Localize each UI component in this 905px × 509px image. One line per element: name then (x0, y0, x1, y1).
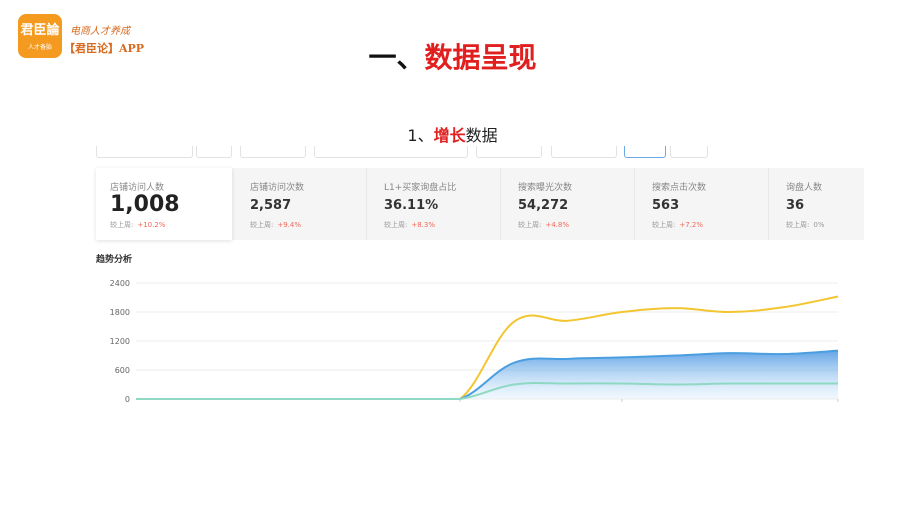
subtitle-prefix: 1、 (407, 126, 434, 145)
filter-dropdown[interactable] (551, 146, 617, 158)
metric-value: 54,272 (518, 198, 569, 213)
metric-compare-label: 较上周: (384, 221, 408, 229)
filter-button-selected[interactable] (624, 146, 666, 158)
metric-card-impressions[interactable]: 搜索曝光次数 54,272 较上周: +4.8% (500, 168, 635, 240)
metric-label: 搜索曝光次数 (518, 183, 573, 193)
filter-dropdown[interactable] (314, 146, 468, 158)
metric-delta: +9.4% (277, 221, 302, 229)
metric-delta: 0% (813, 221, 825, 229)
metric-label: 询盘人数 (786, 183, 823, 193)
metric-card-visitors[interactable]: 店铺访问人数 1,008 较上周: +10.2% (96, 168, 232, 240)
metric-value: 563 (652, 198, 680, 213)
chart-y-tick-label: 2400 (110, 279, 130, 288)
metric-change: 较上周: 0% (786, 220, 824, 230)
metric-delta: +4.8% (545, 221, 570, 229)
brand-slogan: 电商人才养成 (70, 26, 130, 37)
metric-card-clicks[interactable]: 搜索点击次数 563 较上周: +7.2% (634, 168, 769, 240)
filter-dropdown[interactable] (240, 146, 306, 158)
metric-change: 较上周: +8.3% (384, 220, 435, 230)
metric-change: 较上周: +9.4% (250, 220, 301, 230)
chart-y-tick-label: 1200 (110, 337, 130, 346)
page-title-prefix: 一、 (368, 41, 425, 74)
metric-compare-label: 较上周: (110, 221, 134, 229)
metric-change: 较上周: +7.2% (652, 220, 703, 230)
metric-compare-label: 较上周: (518, 221, 542, 229)
filter-dropdown[interactable] (96, 146, 193, 158)
metric-delta: +8.3% (411, 221, 436, 229)
metric-compare-label: 较上周: (652, 221, 676, 229)
filter-button[interactable] (670, 146, 708, 158)
metrics-panel: 店铺访问人数 1,008 较上周: +10.2% 店铺访问次数 2,587 较上周… (96, 168, 864, 240)
subtitle-highlight: 增长 (433, 126, 466, 145)
trend-chart: 0 600 1200 1800 2400 (110, 279, 839, 404)
metric-card-visits[interactable]: 店铺访问次数 2,587 较上周: +9.4% (232, 168, 367, 240)
filter-bar (96, 146, 716, 158)
metric-card-inquirers[interactable]: 询盘人数 36 较上周: 0% (768, 168, 864, 240)
metric-label: L1+买家询盘占比 (384, 183, 457, 193)
metric-delta: +7.2% (679, 221, 704, 229)
metric-value: 36.11% (384, 198, 439, 213)
metric-change: 较上周: +4.8% (518, 220, 569, 230)
trend-title: 趋势分析 (96, 255, 133, 265)
subtitle-suffix: 数据 (465, 126, 498, 145)
chart-y-tick-label: 0 (125, 395, 130, 404)
metric-label: 搜索点击次数 (652, 183, 707, 193)
section-subtitle: 1、增长数据 (0, 122, 905, 146)
metric-delta: +10.2% (137, 221, 166, 229)
metric-label: 店铺访问次数 (250, 183, 305, 193)
metric-value: 2,587 (250, 198, 292, 213)
chart-y-tick-label: 600 (115, 366, 130, 375)
metric-compare-label: 较上周: (786, 221, 810, 229)
metric-value: 1,008 (110, 192, 180, 217)
filter-dropdown[interactable] (196, 146, 232, 158)
chart-y-tick-label: 1800 (110, 308, 130, 317)
metric-change: 较上周: +10.2% (110, 220, 165, 230)
filter-dropdown[interactable] (476, 146, 542, 158)
page-title-highlight: 数据呈现 (424, 41, 537, 74)
metric-value: 36 (786, 198, 805, 213)
metric-compare-label: 较上周: (250, 221, 274, 229)
metric-card-inquiry-ratio[interactable]: L1+买家询盘占比 36.11% 较上周: +8.3% (366, 168, 501, 240)
page-title: 一、数据呈现 (0, 36, 905, 76)
